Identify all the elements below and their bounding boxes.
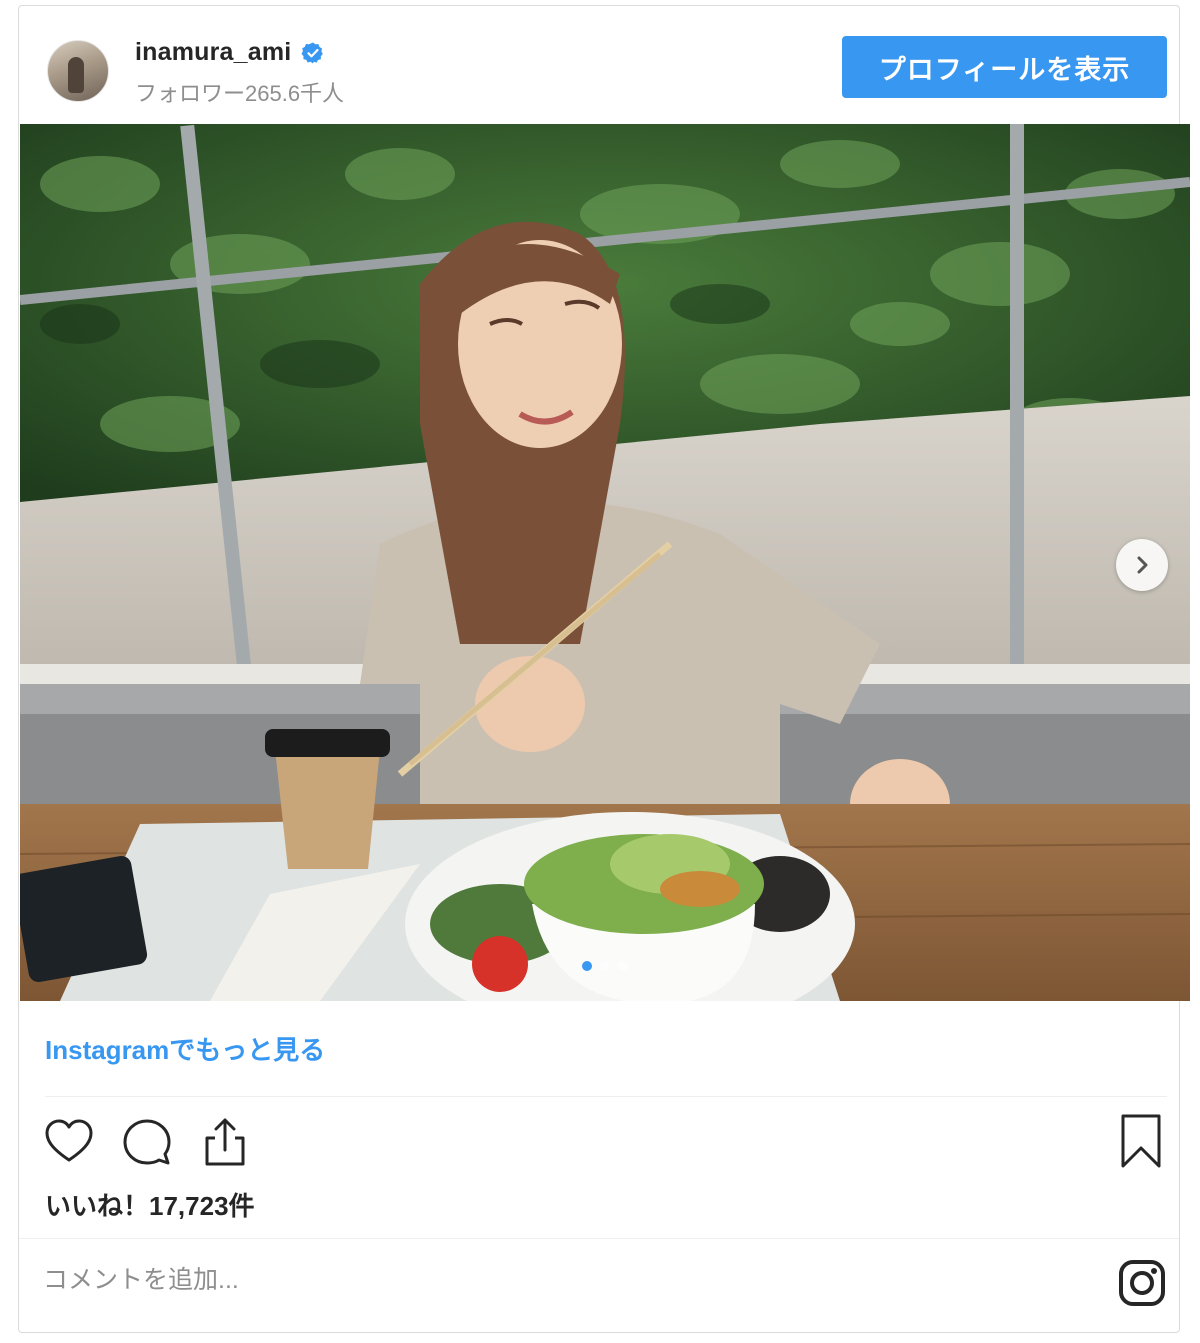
comment-input[interactable]: コメントを追加... xyxy=(43,1260,239,1296)
view-more-on-instagram-link[interactable]: Instagramでもっと見る xyxy=(45,1030,325,1067)
divider xyxy=(19,1238,1179,1239)
post-header: inamura_ami フォロワー265.6千人 プロフィールを表示 xyxy=(19,6,1179,124)
verified-badge-icon xyxy=(301,42,324,63)
bookmark-icon[interactable] xyxy=(1117,1112,1165,1170)
heart-icon[interactable] xyxy=(43,1116,95,1168)
carousel-dot-3 xyxy=(618,961,628,971)
carousel-dot-1 xyxy=(582,961,592,971)
username-row: inamura_ami xyxy=(135,38,325,67)
share-icon[interactable] xyxy=(199,1116,251,1168)
divider xyxy=(45,1096,1167,1097)
username[interactable]: inamura_ami xyxy=(135,38,291,67)
post-photo[interactable] xyxy=(20,124,1190,1001)
avatar[interactable] xyxy=(47,40,109,102)
action-bar xyxy=(43,1116,251,1168)
comment-icon[interactable] xyxy=(121,1116,173,1168)
chevron-right-icon xyxy=(1137,556,1148,574)
follower-count: フォロワー265.6千人 xyxy=(135,81,345,106)
view-profile-button[interactable]: プロフィールを表示 xyxy=(842,36,1167,98)
carousel-indicator xyxy=(20,961,1190,971)
next-photo-button[interactable] xyxy=(1116,539,1168,591)
photo-illustration xyxy=(20,124,1190,1001)
carousel-dot-2 xyxy=(600,961,610,971)
like-count: いいね！17,723件 xyxy=(45,1191,255,1221)
instagram-icon[interactable] xyxy=(1117,1258,1167,1308)
instagram-embed-card: inamura_ami フォロワー265.6千人 プロフィールを表示 Insta… xyxy=(18,5,1190,1333)
